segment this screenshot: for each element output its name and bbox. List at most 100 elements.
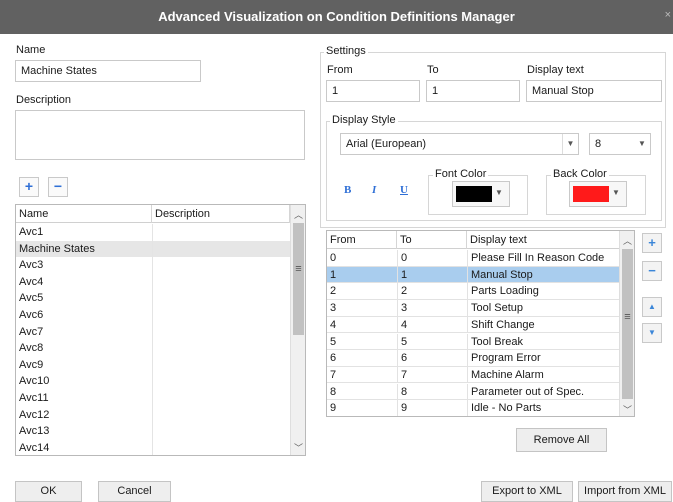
minus-icon: − <box>53 178 63 194</box>
list-item[interactable]: Avc1 <box>16 224 290 241</box>
list-item[interactable]: Avc10 <box>16 373 290 390</box>
list-item-name: Avc11 <box>19 392 49 404</box>
description-field[interactable] <box>15 110 305 160</box>
cell-from: 6 <box>330 352 337 365</box>
cell-to: 9 <box>397 400 467 416</box>
list-item[interactable]: Avc12 <box>16 406 290 424</box>
display-style-legend: Display Style <box>330 114 398 126</box>
cell-from: 8 <box>330 385 337 398</box>
from-label: From <box>327 64 353 76</box>
description-label: Description <box>16 94 72 106</box>
cell-to: 8 <box>397 383 467 400</box>
font-select[interactable]: Arial (European) ▼ <box>340 133 579 155</box>
chevron-down-icon[interactable]: ▼ <box>495 188 503 197</box>
list-header: Name Description <box>16 205 290 223</box>
window-title: Advanced Visualization on Condition Defi… <box>158 9 515 24</box>
chevron-down-icon[interactable]: ▼ <box>634 134 650 154</box>
table-row[interactable]: 8 8 Parameter out of Spec. <box>327 383 619 401</box>
cancel-button[interactable]: Cancel <box>98 481 171 502</box>
list-item[interactable]: Avc3 <box>16 257 290 274</box>
list-item-description <box>152 307 290 324</box>
remove-condition-button[interactable]: − <box>642 261 662 281</box>
plus-icon: + <box>24 178 34 194</box>
export-xml-button[interactable]: Export to XML <box>481 481 573 502</box>
table-row[interactable]: 0 0 Please Fill In Reason Code <box>327 250 619 267</box>
font-color-picker[interactable]: ▼ <box>452 181 510 207</box>
cell-display-text: Tool Break <box>467 333 619 349</box>
to-input[interactable]: 1 <box>426 80 520 102</box>
back-color-legend: Back Color <box>551 168 609 180</box>
title-bar: Advanced Visualization on Condition Defi… <box>0 0 673 34</box>
list-item[interactable]: Avc7 <box>16 323 290 341</box>
grid-scrollbar[interactable]: ︿ ≡ ﹀ <box>619 231 634 416</box>
column-header-description[interactable]: Description <box>152 205 290 223</box>
minus-icon: − <box>648 263 656 278</box>
chevron-down-icon[interactable]: ▼ <box>612 188 620 197</box>
table-row[interactable]: 7 7 Machine Alarm <box>327 366 619 384</box>
remove-all-button[interactable]: Remove All <box>516 428 607 452</box>
list-item[interactable]: Avc9 <box>16 356 290 374</box>
column-header-from[interactable]: From <box>327 231 397 249</box>
close-icon[interactable]: × <box>665 9 671 21</box>
column-header-to[interactable]: To <box>397 231 467 249</box>
list-item-name: Avc13 <box>19 425 50 438</box>
list-item-name: Avc8 <box>19 342 44 355</box>
to-label: To <box>427 64 439 76</box>
list-item[interactable]: Avc11 <box>16 390 290 407</box>
table-row[interactable]: 6 6 Program Error <box>327 350 619 367</box>
from-input[interactable]: 1 <box>326 80 420 102</box>
remove-definition-button[interactable]: − <box>48 177 68 197</box>
cell-display-text: Manual Stop <box>467 266 619 283</box>
back-color-picker[interactable]: ▼ <box>569 181 627 207</box>
definitions-list: Name Description Avc1 Machine States Avc3 A… <box>15 204 306 456</box>
name-field[interactable]: Machine States <box>15 60 201 82</box>
cell-to: 0 <box>397 250 467 266</box>
font-size-value: 8 <box>595 138 602 150</box>
import-xml-button[interactable]: Import from XML <box>578 481 672 502</box>
table-row[interactable]: 3 3 Tool Setup <box>327 300 619 317</box>
move-down-button[interactable]: ▼ <box>642 323 662 343</box>
list-item[interactable]: Avc6 <box>16 307 290 324</box>
scroll-up-icon[interactable]: ︿ <box>291 208 305 221</box>
column-header-name[interactable]: Name <box>16 205 152 223</box>
display-text-label: Display text <box>527 64 584 76</box>
underline-button[interactable]: U <box>400 184 408 196</box>
list-item[interactable]: Avc4 <box>16 273 290 291</box>
scroll-thumb[interactable] <box>622 249 633 399</box>
cell-from: 0 <box>330 252 337 264</box>
font-select-value: Arial (European) <box>346 138 427 150</box>
chevron-down-icon[interactable]: ▼ <box>562 134 578 154</box>
bold-button[interactable]: B <box>344 184 351 196</box>
table-row[interactable]: 9 9 Idle - No Parts <box>327 400 619 416</box>
list-item[interactable]: Avc13 <box>16 423 290 440</box>
list-item[interactable]: Avc5 <box>16 290 290 307</box>
scroll-thumb[interactable] <box>293 223 304 335</box>
ok-button[interactable]: OK <box>15 481 82 502</box>
list-scrollbar[interactable]: ︿ ≡ ﹀ <box>290 205 305 455</box>
list-body: Avc1 Machine States Avc3 Avc4 Avc5 Avc6 Avc7 Av… <box>16 224 290 455</box>
arrow-up-icon: ▲ <box>648 302 656 311</box>
list-item[interactable]: Machine States <box>16 240 290 258</box>
list-item[interactable]: Avc8 <box>16 340 290 357</box>
table-row[interactable]: 1 1 Manual Stop <box>327 266 619 284</box>
italic-button[interactable]: I <box>372 184 376 196</box>
table-row[interactable]: 2 2 Parts Loading <box>327 283 619 300</box>
cell-display-text: Parameter out of Spec. <box>467 383 619 400</box>
list-item[interactable]: Avc14 <box>16 439 290 455</box>
column-header-display-text[interactable]: Display text <box>467 231 619 249</box>
scroll-down-icon[interactable]: ﹀ <box>291 441 305 454</box>
cell-from: 2 <box>330 285 337 298</box>
add-definition-button[interactable]: + <box>19 177 39 197</box>
table-row[interactable]: 5 5 Tool Break <box>327 333 619 350</box>
list-item-description <box>152 390 290 407</box>
scroll-up-icon[interactable]: ︿ <box>620 234 634 247</box>
font-size-select[interactable]: 8 ▼ <box>589 133 651 155</box>
add-condition-button[interactable]: + <box>642 233 662 253</box>
cell-from: 1 <box>330 268 337 281</box>
move-up-button[interactable]: ▲ <box>642 297 662 317</box>
scroll-down-icon[interactable]: ﹀ <box>620 403 634 416</box>
cell-to: 7 <box>397 366 467 383</box>
display-text-input[interactable]: Manual Stop <box>526 80 662 102</box>
list-item-name: Avc7 <box>19 325 44 338</box>
table-row[interactable]: 4 4 Shift Change <box>327 316 619 334</box>
